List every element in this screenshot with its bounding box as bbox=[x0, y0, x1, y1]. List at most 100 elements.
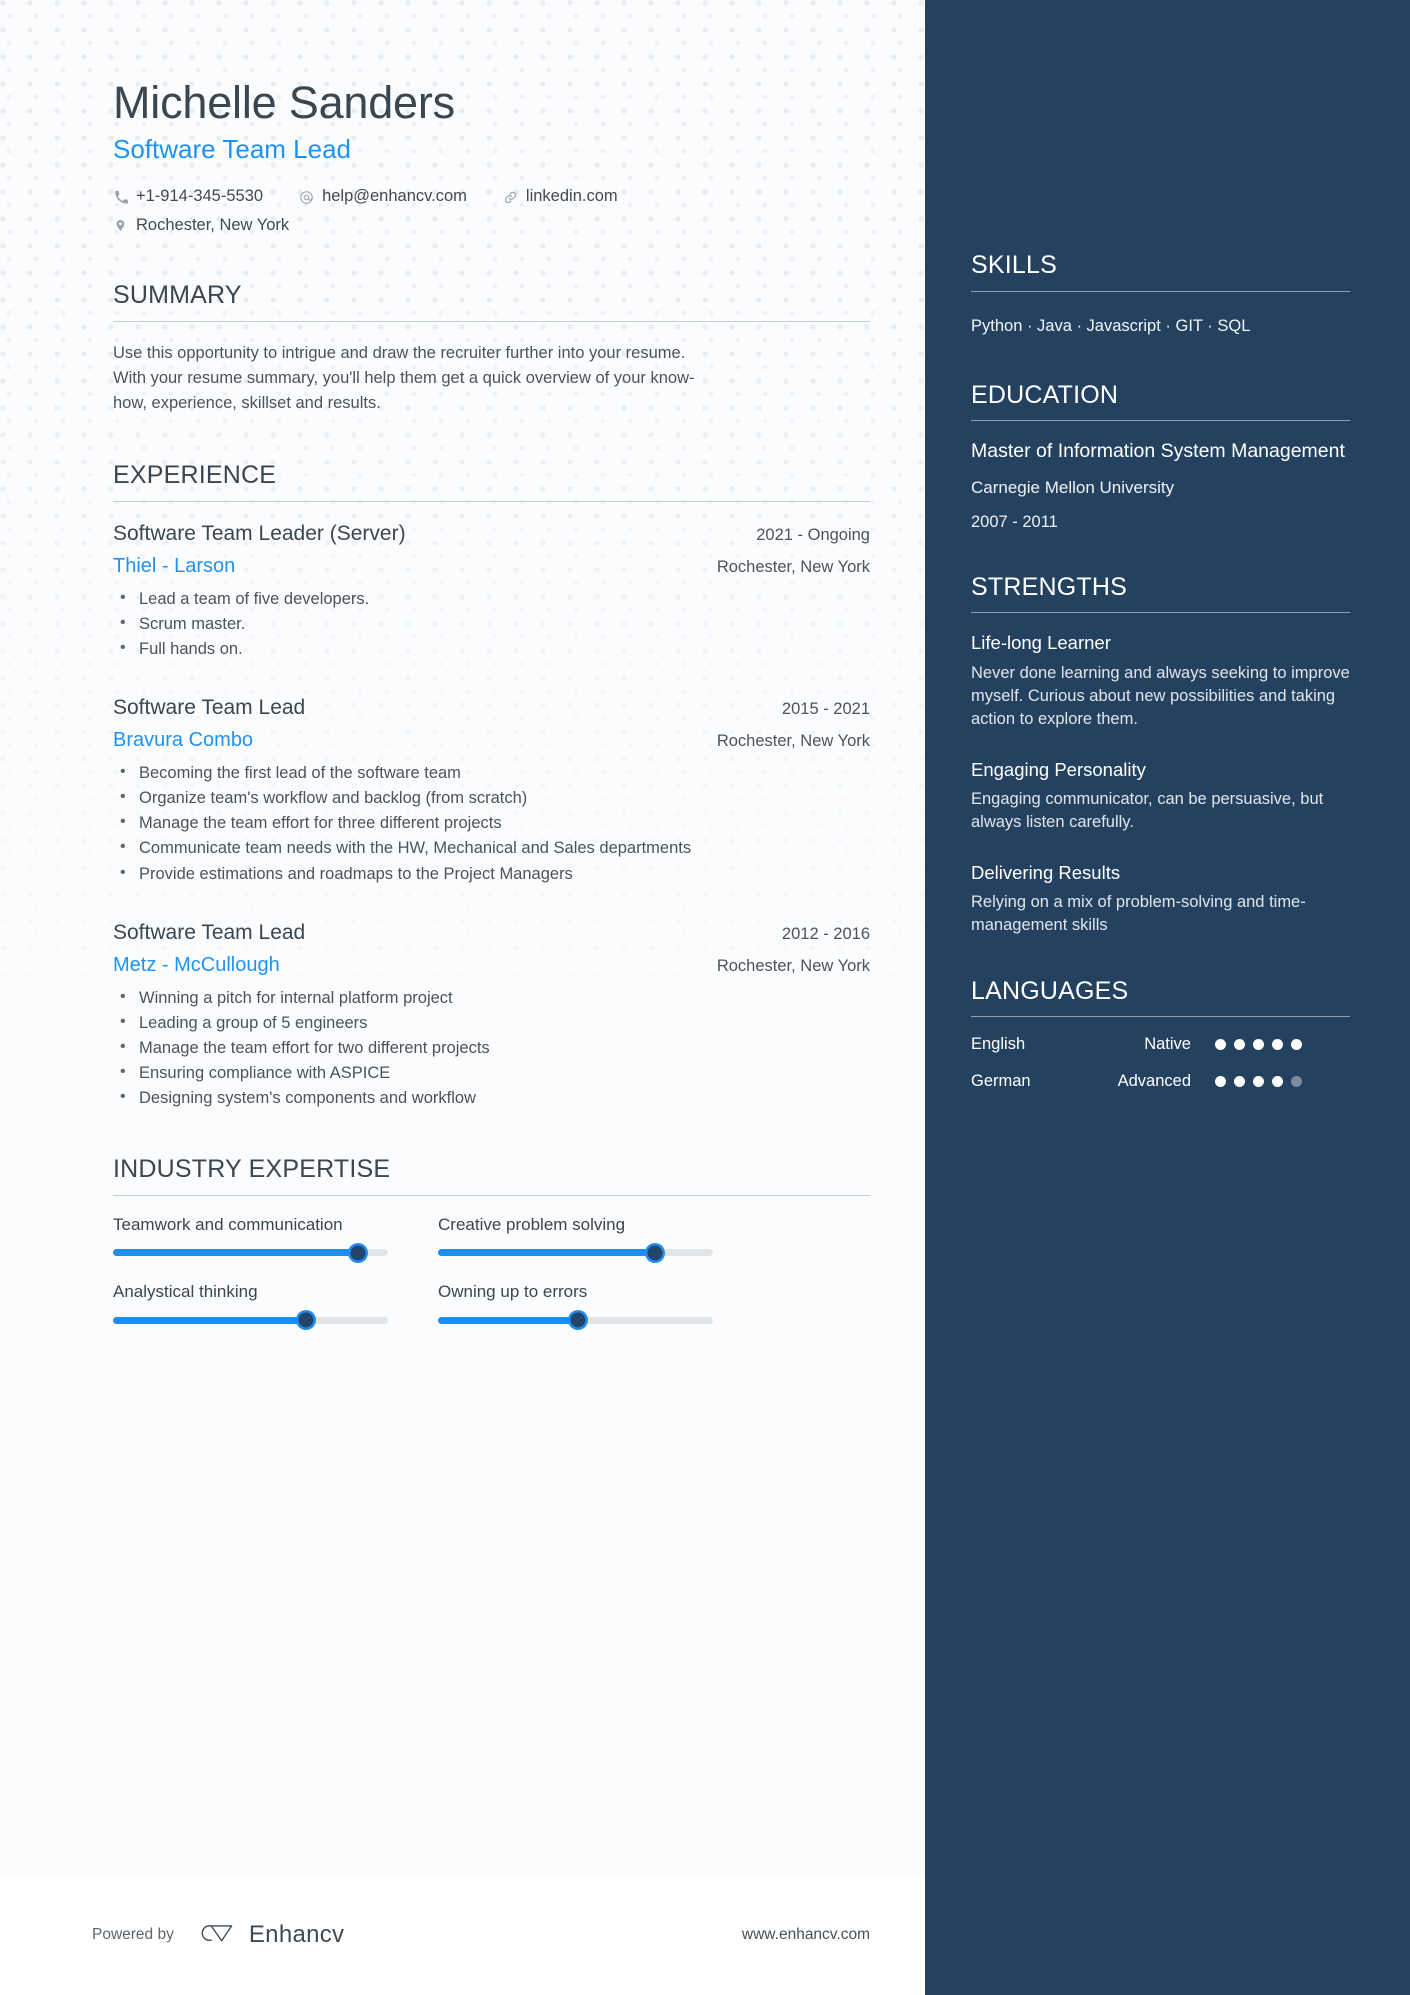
contact-line-location: Rochester, New York bbox=[113, 215, 870, 236]
strength-description: Never done learning and always seeking t… bbox=[971, 663, 1350, 729]
website-url: www.enhancv.com bbox=[741, 1926, 870, 1943]
expertise-slider[interactable] bbox=[438, 1312, 713, 1328]
contact-phone[interactable]: +1-914-345-5530 bbox=[113, 186, 263, 207]
expertise-label: Owning up to errors bbox=[438, 1282, 588, 1302]
strength-description: Engaging communicator, can be persuasive… bbox=[971, 789, 1324, 832]
resume-page: Michelle Sanders Software Team Lead +1-9… bbox=[0, 0, 1410, 1995]
expertise-slider[interactable] bbox=[113, 1312, 388, 1328]
experience-bullet: Ensuring compliance with ASPICE bbox=[120, 1060, 708, 1085]
sidebar-section-education: EDUCATION Master of Information System M… bbox=[971, 380, 1350, 534]
experience-role: Software Team Leader (Server) bbox=[113, 521, 406, 545]
contact-location-value: Rochester, New York bbox=[136, 215, 290, 234]
email-icon bbox=[299, 190, 314, 205]
expertise-label: Analystical thinking bbox=[113, 1282, 258, 1302]
expertise-label: Teamwork and communication bbox=[113, 1214, 343, 1234]
contact-phone-value: +1-914-345-5530 bbox=[136, 187, 264, 206]
rating-dot-filled bbox=[1253, 1039, 1264, 1051]
rating-dot-filled bbox=[1234, 1076, 1245, 1088]
job-title: Software Team Lead bbox=[113, 133, 351, 164]
sidebar-section-skills: SKILLS Python · Java · Javascript · GIT … bbox=[971, 251, 1350, 342]
skills-list: Python · Java · Javascript · GIT · SQL bbox=[971, 316, 1251, 335]
rating-dot-filled bbox=[1215, 1039, 1226, 1051]
contact-email-value: help@enhancv.com bbox=[322, 187, 467, 206]
sidebar: SKILLS Python · Java · Javascript · GIT … bbox=[925, 0, 1410, 1995]
experience-bullet: Leading a group of 5 engineers bbox=[120, 1010, 708, 1035]
experience-location: Rochester, New York bbox=[716, 732, 870, 751]
skills-heading: SKILLS bbox=[971, 251, 1057, 279]
education-item: Master of Information System Management … bbox=[971, 439, 1350, 534]
contact-link-value: linkedin.com bbox=[525, 187, 618, 206]
experience-bullet: Communicate team needs with the HW, Mech… bbox=[120, 835, 708, 860]
strength-title: Life-long Learner bbox=[971, 632, 1111, 654]
strength-description: Relying on a mix of problem-solving and … bbox=[971, 892, 1306, 935]
language-level: Native bbox=[1144, 1035, 1191, 1054]
industry-expertise-divider bbox=[113, 1194, 870, 1196]
experience-company[interactable]: Bravura Combo bbox=[113, 728, 253, 753]
rating-dot-filled bbox=[1215, 1076, 1226, 1088]
section-industry-expertise: INDUSTRY EXPERTISE Teamwork and communic… bbox=[113, 1155, 870, 1328]
brand-logo: Enhancv bbox=[198, 1921, 345, 1950]
education-degree: Master of Information System Management bbox=[971, 440, 1345, 463]
sidebar-section-languages: LANGUAGES English Native German Advanced bbox=[971, 976, 1350, 1092]
experience-divider bbox=[113, 500, 870, 502]
resume-header: Michelle Sanders Software Team Lead +1-9… bbox=[113, 78, 870, 236]
expertise-slider-fill bbox=[113, 1249, 358, 1257]
languages-heading: LANGUAGES bbox=[971, 976, 1129, 1005]
rating-dot-filled bbox=[1234, 1039, 1245, 1051]
experience-dates: 2015 - 2021 bbox=[781, 699, 870, 718]
page-footer: Powered by Enhancv www.enhancv.com bbox=[0, 1875, 925, 1995]
strength-item: Delivering Results Relying on a mix of p… bbox=[971, 861, 1350, 938]
contact-line-primary: +1-914-345-5530 help@enhancv.com linkedi… bbox=[113, 186, 870, 207]
experience-heading: EXPERIENCE bbox=[113, 461, 277, 489]
contact-details: +1-914-345-5530 help@enhancv.com linkedi… bbox=[113, 186, 870, 236]
experience-location: Rochester, New York bbox=[716, 557, 870, 576]
experience-bullet: Organize team's workflow and backlog (fr… bbox=[120, 785, 708, 810]
experience-location: Rochester, New York bbox=[716, 956, 870, 975]
expertise-item: Creative problem solving bbox=[438, 1214, 713, 1261]
education-divider bbox=[971, 420, 1350, 422]
strengths-heading: STRENGTHS bbox=[971, 572, 1127, 601]
strengths-divider bbox=[971, 612, 1350, 614]
industry-expertise-heading: INDUSTRY EXPERTISE bbox=[113, 1155, 391, 1184]
expertise-slider-knob[interactable] bbox=[298, 1312, 313, 1328]
language-name: German bbox=[971, 1072, 1031, 1091]
experience-item: Software Team Lead 2015 - 2021 Bravura C… bbox=[113, 695, 870, 886]
education-heading: EDUCATION bbox=[971, 380, 1119, 409]
experience-bullet: Scrum master. bbox=[120, 611, 708, 636]
experience-company[interactable]: Thiel - Larson bbox=[113, 554, 235, 579]
contact-email[interactable]: help@enhancv.com bbox=[299, 186, 467, 207]
location-pin-icon bbox=[113, 218, 128, 233]
expertise-slider-knob[interactable] bbox=[647, 1245, 663, 1261]
experience-bullets: Becoming the first lead of the software … bbox=[113, 760, 708, 886]
language-name: English bbox=[971, 1035, 1026, 1054]
language-rating-dots bbox=[1215, 1076, 1302, 1088]
powered-by-group: Powered by Enhancv bbox=[92, 1921, 344, 1950]
experience-company[interactable]: Metz - McCullough bbox=[113, 953, 280, 978]
rating-dot-empty bbox=[1291, 1076, 1302, 1088]
expertise-item: Teamwork and communication bbox=[113, 1214, 388, 1261]
experience-bullet: Manage the team effort for two different… bbox=[120, 1035, 708, 1060]
experience-role: Software Team Lead bbox=[113, 920, 306, 944]
rating-dot-filled bbox=[1272, 1076, 1283, 1088]
experience-bullets: Lead a team of five developers. Scrum ma… bbox=[113, 586, 708, 661]
powered-by-label: Powered by bbox=[92, 1926, 174, 1943]
language-level: Advanced bbox=[1117, 1072, 1191, 1091]
expertise-label: Creative problem solving bbox=[438, 1214, 626, 1234]
strength-title: Delivering Results bbox=[971, 861, 1121, 883]
expertise-slider[interactable] bbox=[113, 1245, 388, 1261]
experience-bullet: Lead a team of five developers. bbox=[120, 586, 708, 611]
experience-bullet: Provide estimations and roadmaps to the … bbox=[120, 861, 708, 886]
skills-divider bbox=[971, 290, 1350, 292]
summary-text: Use this opportunity to intrigue and dra… bbox=[113, 343, 695, 412]
section-summary: SUMMARY Use this opportunity to intrigue… bbox=[113, 282, 870, 416]
contact-link[interactable]: linkedin.com bbox=[503, 186, 618, 207]
expertise-slider[interactable] bbox=[438, 1245, 713, 1261]
experience-dates: 2021 - Ongoing bbox=[756, 525, 870, 544]
expertise-item: Owning up to errors bbox=[438, 1282, 713, 1328]
expertise-slider-knob[interactable] bbox=[570, 1312, 586, 1328]
languages-divider bbox=[971, 1016, 1350, 1018]
expertise-slider-knob[interactable] bbox=[350, 1245, 366, 1261]
contact-location: Rochester, New York bbox=[113, 215, 289, 236]
expertise-item: Analystical thinking bbox=[113, 1282, 388, 1328]
experience-bullet: Winning a pitch for internal platform pr… bbox=[120, 985, 708, 1010]
